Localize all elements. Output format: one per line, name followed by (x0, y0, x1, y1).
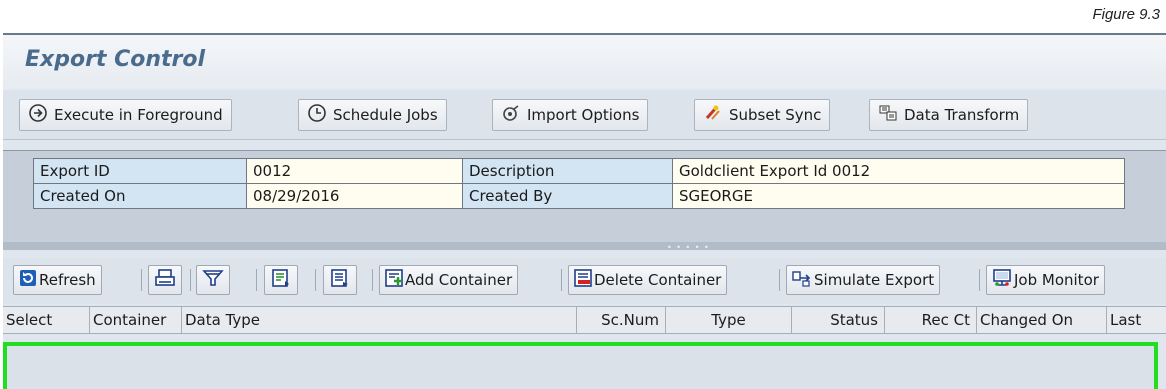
toolbar-separator (372, 269, 373, 291)
execute-in-foreground-label: Execute in Foreground (54, 106, 223, 124)
created-by-value[interactable]: SGEORGE (672, 183, 1125, 209)
add-container-icon (385, 269, 403, 291)
toolbar-separator (190, 269, 191, 291)
grid-column-header: Select Container Data Type Sc.Num Type S… (3, 306, 1166, 334)
splitter-grip-icon[interactable]: • • • • • (667, 243, 710, 252)
column-header-last[interactable]: Last (1107, 307, 1166, 334)
sync-icon (703, 103, 723, 127)
monitor-icon (992, 269, 1012, 291)
layout-button[interactable] (323, 265, 357, 295)
data-transform-button[interactable]: Data Transform (869, 99, 1029, 131)
import-options-label: Import Options (527, 106, 640, 124)
layout-icon (329, 269, 351, 291)
subset-sync-label: Subset Sync (729, 106, 822, 124)
print-icon (154, 269, 176, 291)
export-header-panel: Export ID 0012 Description Goldclient Ex… (3, 150, 1166, 245)
clock-icon (307, 103, 327, 127)
column-header-select[interactable]: Select (3, 307, 90, 334)
job-monitor-button[interactable]: Job Monitor (986, 265, 1105, 295)
import-options-button[interactable]: Import Options (492, 99, 649, 131)
column-header-type[interactable]: Type (666, 307, 792, 334)
schedule-jobs-button[interactable]: Schedule Jobs (298, 99, 447, 131)
settings-icon (501, 103, 521, 127)
print-button[interactable] (148, 265, 182, 295)
subset-sync-button[interactable]: Subset Sync (694, 99, 831, 131)
toolbar-separator (779, 269, 780, 291)
simulate-export-icon (792, 269, 812, 291)
filter-icon (202, 269, 224, 291)
column-header-status[interactable]: Status (792, 307, 885, 334)
refresh-button[interactable]: Refresh (13, 265, 102, 295)
delete-container-button[interactable]: Delete Container (568, 265, 728, 295)
created-by-label: Created By (462, 183, 673, 209)
refresh-label: Refresh (39, 271, 96, 289)
export-id-value[interactable]: 0012 (246, 158, 463, 184)
simulate-export-label: Simulate Export (814, 271, 935, 289)
column-header-data-type[interactable]: Data Type (182, 307, 577, 334)
created-on-value[interactable]: 08/29/2016 (246, 183, 463, 209)
schedule-jobs-label: Schedule Jobs (333, 106, 438, 124)
execute-icon (28, 103, 48, 127)
add-container-label: Add Container (405, 271, 513, 289)
toolbar-separator (256, 269, 257, 291)
column-header-changed-on[interactable]: Changed On (977, 307, 1107, 334)
delete-container-icon (574, 269, 592, 291)
container-grid-body[interactable] (3, 342, 1158, 389)
toolbar-separator (315, 269, 316, 291)
export-list-icon (270, 269, 292, 291)
column-header-rec-ct[interactable]: Rec Ct (885, 307, 977, 334)
add-container-button[interactable]: Add Container (379, 265, 519, 295)
toolbar-separator (561, 269, 562, 291)
job-monitor-label: Job Monitor (1014, 271, 1099, 289)
column-header-sc-num[interactable]: Sc.Num (577, 307, 666, 334)
header-row-2: Created On 08/29/2016 Created By SGEORGE (33, 183, 1125, 209)
toolbar-separator (979, 269, 980, 291)
execute-in-foreground-button[interactable]: Execute in Foreground (19, 99, 232, 131)
export-control-window: Export Control Execute in Foreground Sch… (3, 33, 1166, 389)
delete-container-label: Delete Container (594, 271, 722, 289)
export-header-table: Export ID 0012 Description Goldclient Ex… (33, 158, 1125, 209)
filter-button[interactable] (196, 265, 230, 295)
data-transform-label: Data Transform (904, 106, 1020, 124)
created-on-label: Created On (33, 183, 247, 209)
transform-icon (878, 103, 898, 127)
figure-label: Figure 9.3 (1092, 6, 1160, 23)
export-list-button[interactable] (264, 265, 298, 295)
column-header-container[interactable]: Container (90, 307, 182, 334)
title-bar: Export Control (3, 35, 1166, 90)
header-row-1: Export ID 0012 Description Goldclient Ex… (33, 158, 1125, 184)
toolbar-separator (141, 269, 142, 291)
grid-toolbar: Refresh Add Container Delete Container S… (3, 258, 1166, 304)
description-value[interactable]: Goldclient Export Id 0012 (672, 158, 1125, 184)
export-id-label: Export ID (33, 158, 247, 184)
page-title: Export Control (25, 47, 206, 72)
simulate-export-button[interactable]: Simulate Export (786, 265, 941, 295)
application-toolbar: Execute in Foreground Schedule Jobs Impo… (3, 90, 1166, 140)
refresh-icon (19, 269, 37, 291)
description-label: Description (462, 158, 673, 184)
pane-splitter[interactable] (3, 242, 1166, 250)
